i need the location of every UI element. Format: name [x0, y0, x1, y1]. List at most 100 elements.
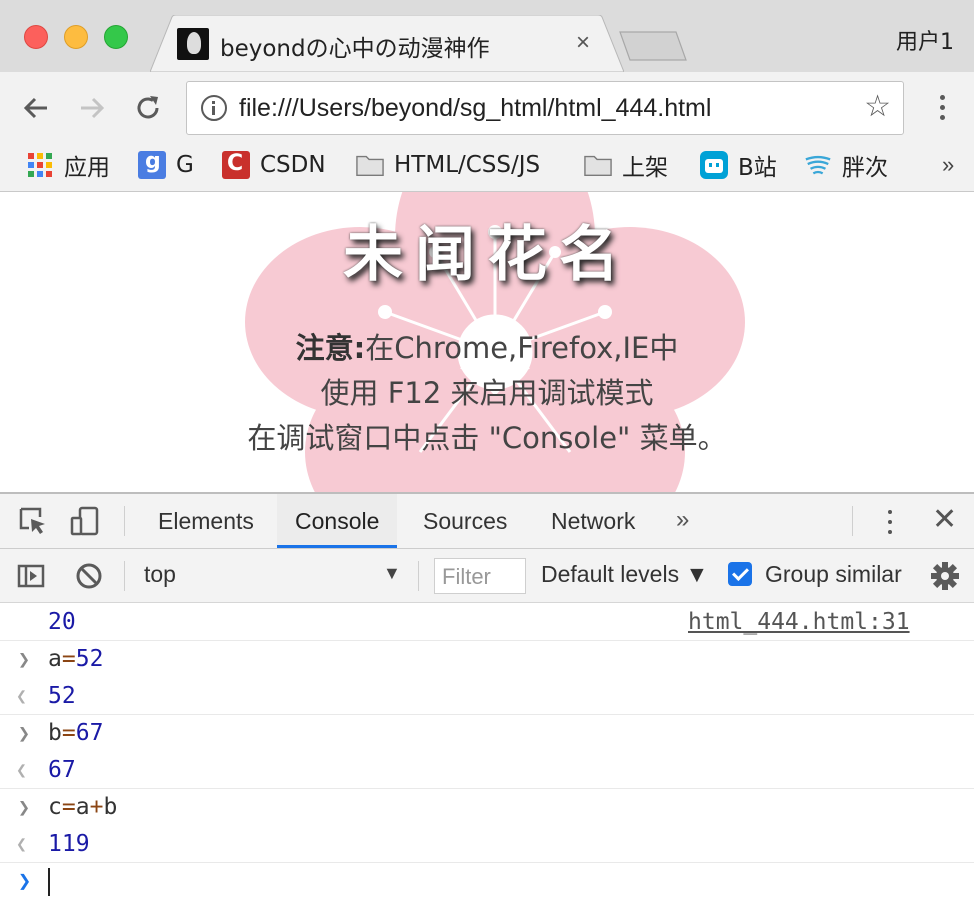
- folder-icon: [584, 155, 612, 176]
- input-operator: =: [61, 720, 76, 746]
- tab-sources[interactable]: Sources: [405, 494, 525, 548]
- tab-network[interactable]: Network: [533, 494, 653, 548]
- input-var: a: [48, 646, 62, 672]
- console-result-line: ❮ 119: [0, 826, 974, 863]
- console-result-line: ❮ 52: [0, 678, 974, 715]
- bookmark-google[interactable]: G: [138, 148, 194, 182]
- result-arrow-icon: ❮: [16, 686, 27, 707]
- input-chevron-icon: ❯: [18, 795, 31, 819]
- input-operator: +: [89, 794, 104, 820]
- log-value: 20: [48, 609, 76, 635]
- devtools-close-icon[interactable]: ✕: [932, 502, 957, 537]
- console-toolbar: top ▼ Filter Default levels ▼ Group simi…: [0, 549, 974, 603]
- page-title: 未闻花名: [343, 220, 631, 290]
- bookmark-label: CSDN: [260, 152, 326, 178]
- filter-input[interactable]: Filter: [434, 558, 526, 594]
- notice-line-3: 在调试窗口中点击 "Console" 菜单。: [247, 421, 727, 455]
- input-value: 52: [75, 646, 104, 672]
- browser-tab-active[interactable]: beyondの心中の动漫神作 ×: [150, 15, 624, 72]
- toolbar-divider: [852, 506, 853, 536]
- more-tabs-button[interactable]: »: [676, 506, 689, 534]
- browser-menu-icon[interactable]: [930, 92, 954, 124]
- bookmark-label: HTML/CSS/JS: [394, 152, 541, 178]
- context-selector[interactable]: top: [144, 561, 176, 588]
- bookmark-apps[interactable]: 应用: [26, 148, 110, 182]
- close-window-button[interactable]: [24, 25, 48, 49]
- input-chevron-icon: ❯: [18, 721, 31, 745]
- result-arrow-icon: ❮: [16, 834, 27, 855]
- device-toolbar-icon[interactable]: [70, 506, 100, 536]
- devtools-tabbar: Elements Console Sources Network » ✕: [0, 494, 974, 549]
- sidebar-toggle-icon[interactable]: [16, 561, 46, 591]
- toolbar-divider: [124, 561, 125, 591]
- bookmark-label: 胖次: [842, 155, 888, 181]
- group-similar-label[interactable]: Group similar: [765, 561, 902, 588]
- window-titlebar: beyondの心中の动漫神作 × 用户1: [0, 0, 974, 72]
- bookmark-bilibili[interactable]: B站: [700, 148, 777, 182]
- notice-text: 注意:在Chrome,Firefox,IE中 使用 F12 来启用调试模式 在调…: [0, 326, 974, 461]
- bookmark-label: B站: [738, 155, 777, 181]
- tab-elements[interactable]: Elements: [140, 494, 272, 548]
- zoom-window-button[interactable]: [104, 25, 128, 49]
- bookmark-label: G: [176, 152, 194, 178]
- back-arrow-icon[interactable]: [18, 90, 54, 126]
- bookmarks-overflow-button[interactable]: »: [942, 152, 954, 178]
- console-log-line: 20 html_444.html:31: [0, 604, 974, 641]
- address-bar[interactable]: file:///Users/beyond/sg_html/html_444.ht…: [186, 81, 904, 135]
- folder-icon: [356, 155, 384, 176]
- console-input-line: ❯ b=67: [0, 715, 974, 752]
- console-output[interactable]: 20 html_444.html:31 ❯ a=52 ❮ 52 ❯ b=67 ❮…: [0, 604, 974, 900]
- notice-line-2: 使用 F12 来启用调试模式: [320, 376, 654, 410]
- tab-favicon-icon: [177, 28, 209, 60]
- bookmark-star-icon[interactable]: ☆: [864, 92, 891, 122]
- bookmark-csdn[interactable]: CSDN: [222, 148, 326, 182]
- result-value: 52: [48, 683, 76, 709]
- result-value: 119: [48, 831, 90, 857]
- tab-close-icon[interactable]: ×: [576, 29, 590, 57]
- bookmark-folder-html[interactable]: HTML/CSS/JS: [356, 148, 540, 182]
- browser-toolbar: file:///Users/beyond/sg_html/html_444.ht…: [0, 72, 974, 192]
- minimize-window-button[interactable]: [64, 25, 88, 49]
- result-arrow-icon: ❮: [16, 760, 27, 781]
- tab-title: beyondの心中の动漫神作: [220, 36, 490, 62]
- toolbar-divider: [124, 506, 125, 536]
- info-icon[interactable]: [201, 95, 227, 121]
- bookmark-label: 应用: [64, 155, 110, 181]
- chevron-down-icon[interactable]: ▼: [383, 563, 401, 584]
- text-caret: [48, 867, 50, 896]
- input-var: c: [48, 794, 62, 820]
- input-var: a: [75, 794, 90, 820]
- toolbar-divider: [418, 561, 419, 591]
- prompt-chevron-icon: ❯: [18, 869, 32, 894]
- tab-console[interactable]: Console: [277, 494, 398, 548]
- input-operator: =: [61, 794, 76, 820]
- bilibili-icon: [700, 151, 728, 179]
- reload-icon[interactable]: [130, 90, 166, 126]
- clear-console-icon[interactable]: [74, 561, 104, 591]
- forward-arrow-icon[interactable]: [74, 90, 110, 126]
- input-value: 67: [75, 720, 104, 746]
- console-input-line: ❯ c=a+b: [0, 789, 974, 826]
- devtools-menu-icon[interactable]: [882, 508, 898, 538]
- inspect-element-icon[interactable]: [18, 506, 48, 536]
- bookmarks-bar: 应用 G CSDN HTML/CSS/JS 上架 B站 胖次 »: [0, 146, 974, 190]
- notice-line-1: 注意:在Chrome,Firefox,IE中: [0, 326, 974, 371]
- web-page: 未闻花名 注意:在Chrome,Firefox,IE中 使用 F12 来启用调试…: [0, 192, 974, 492]
- bookmark-pangci[interactable]: 胖次: [804, 148, 888, 182]
- notice-line-1-text: 在Chrome,Firefox,IE中: [365, 331, 679, 365]
- url-text[interactable]: file:///Users/beyond/sg_html/html_444.ht…: [239, 94, 711, 123]
- input-var: b: [48, 720, 62, 746]
- result-value: 67: [48, 757, 76, 783]
- input-operator: =: [61, 646, 76, 672]
- console-result-line: ❮ 67: [0, 752, 974, 789]
- console-input-line: ❯ a=52: [0, 641, 974, 678]
- log-source-link[interactable]: html_444.html:31: [688, 604, 910, 641]
- bookmark-folder-shangjia[interactable]: 上架: [584, 148, 668, 182]
- log-levels-dropdown[interactable]: Default levels ▼: [541, 561, 708, 588]
- profile-name[interactable]: 用户1: [896, 24, 954, 56]
- group-similar-checkbox[interactable]: [728, 562, 752, 586]
- csdn-icon: [222, 151, 250, 179]
- new-tab-button[interactable]: [618, 30, 688, 62]
- gear-icon[interactable]: [930, 561, 960, 591]
- console-prompt-line[interactable]: ❯: [0, 863, 974, 900]
